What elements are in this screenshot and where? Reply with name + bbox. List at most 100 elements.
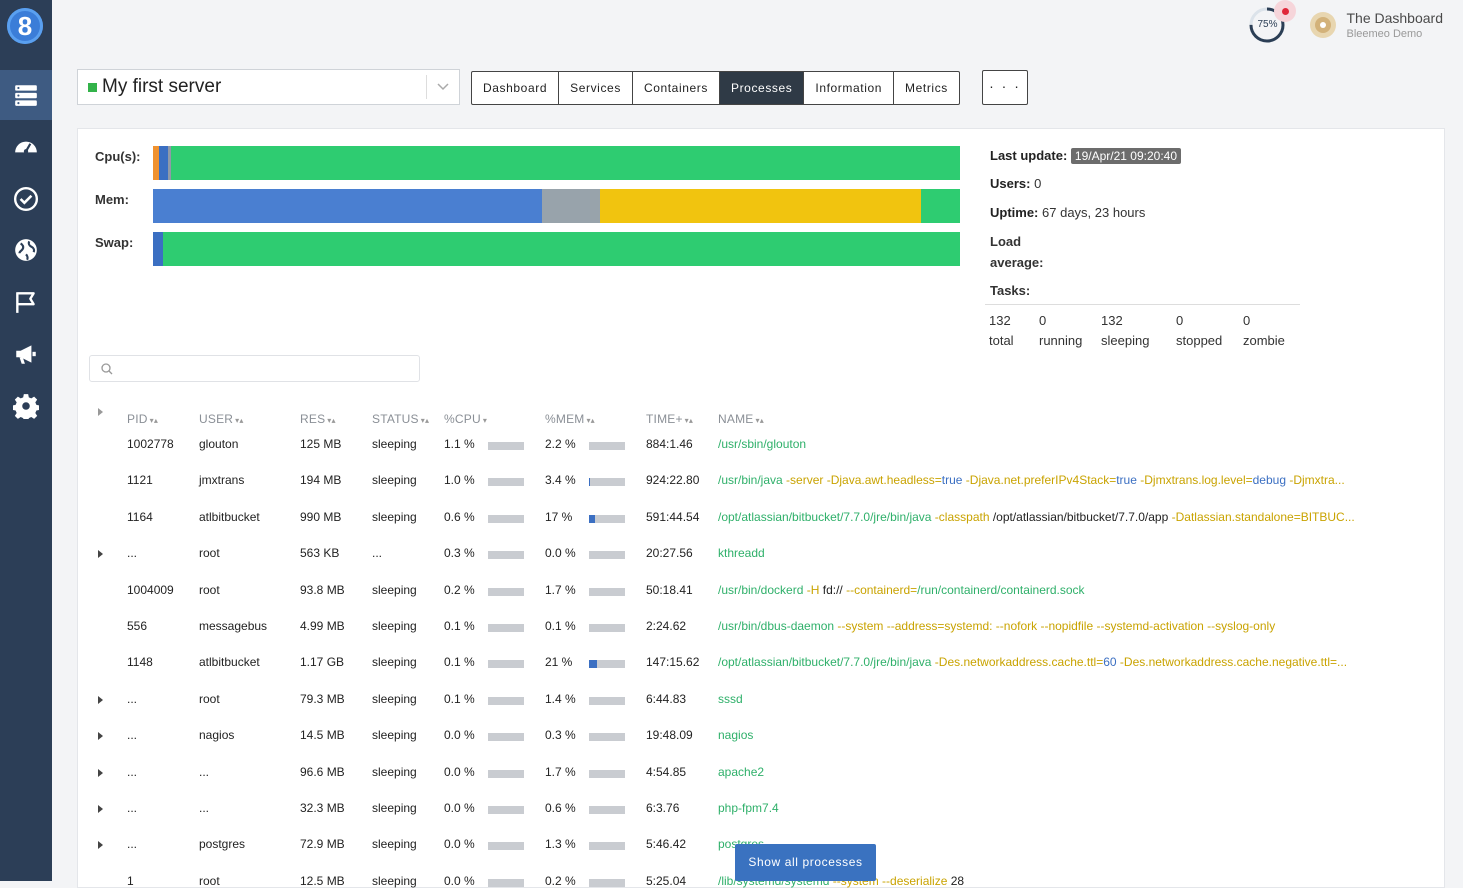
usage-gauge[interactable]: 75% bbox=[1248, 0, 1297, 44]
column-user[interactable]: USER ▾▴ bbox=[199, 412, 244, 426]
cell-mem: 3.4 % bbox=[545, 473, 576, 488]
cell-status: sleeping bbox=[372, 837, 417, 852]
sort-icon: ▾▴ bbox=[327, 416, 336, 425]
mem-usage-bar bbox=[589, 660, 625, 669]
task-running: 0 running bbox=[1039, 313, 1083, 348]
expand-row-caret-icon[interactable] bbox=[98, 841, 103, 850]
cpu-segment bbox=[170, 146, 960, 180]
command-part: true bbox=[941, 473, 963, 488]
command-part: -Djava.net.preferIPv4Stack= bbox=[962, 473, 1117, 488]
server-select[interactable]: My first server bbox=[77, 69, 460, 105]
cpu-usage-bar bbox=[488, 806, 524, 814]
flag-nav-icon[interactable] bbox=[0, 277, 52, 327]
mem-usage-bar bbox=[589, 624, 625, 632]
dashboard-nav-icon[interactable] bbox=[0, 122, 52, 172]
tab-information[interactable]: Information bbox=[804, 72, 895, 104]
column-mem[interactable]: %MEM ▾▴ bbox=[545, 412, 595, 426]
announcements-nav-icon[interactable] bbox=[0, 329, 52, 379]
tab-metrics[interactable]: Metrics bbox=[894, 72, 959, 104]
cell-status: sleeping bbox=[372, 509, 417, 524]
cell-pid: ... bbox=[127, 837, 138, 852]
command-part: -Djmxtrans.log.level= bbox=[1136, 473, 1253, 488]
chevron-down-icon[interactable] bbox=[427, 80, 459, 94]
expand-row-caret-icon[interactable] bbox=[98, 550, 103, 559]
cell-time: 884:1.46 bbox=[646, 437, 693, 451]
tab-services[interactable]: Services bbox=[559, 72, 633, 104]
swap-segment bbox=[153, 232, 164, 266]
column-time[interactable]: TIME+ ▾▴ bbox=[646, 412, 693, 426]
bleemeo-logo[interactable]: 8 bbox=[7, 8, 43, 44]
command-part: apache2 bbox=[718, 764, 765, 779]
uptime-label: Uptime: bbox=[990, 205, 1039, 220]
cell-mem: 1.7 % bbox=[545, 764, 576, 779]
sort-icon: ▾▴ bbox=[755, 416, 764, 425]
command-part: fd:// bbox=[822, 582, 843, 597]
cell-res: 14.5 MB bbox=[300, 728, 345, 743]
mem-label: Mem: bbox=[95, 192, 129, 207]
cell-res: 194 MB bbox=[300, 473, 342, 488]
mem-usage-bar bbox=[589, 587, 625, 596]
cell-user: root bbox=[199, 691, 220, 706]
cell-user: messagebus bbox=[199, 619, 268, 633]
mem-usage-bar bbox=[589, 478, 625, 487]
mem-usage-fill bbox=[589, 478, 591, 487]
column-res[interactable]: RES ▾▴ bbox=[300, 412, 336, 426]
cell-time: 6:3.76 bbox=[646, 801, 680, 815]
sort-icon: ▾▴ bbox=[235, 416, 244, 425]
cpu-usage-bar bbox=[488, 551, 524, 560]
expand-all-caret-icon[interactable] bbox=[98, 408, 103, 416]
column-cpu[interactable]: %CPU ▾ bbox=[444, 412, 487, 426]
tab-dashboard[interactable]: Dashboard bbox=[472, 72, 560, 104]
command-part: /opt/atlassian/bitbucket/7.7.0/jre/bin/j… bbox=[718, 509, 932, 524]
cell-cpu: 1.1 % bbox=[444, 437, 475, 451]
cell-pid: 1164 bbox=[127, 509, 153, 524]
mem-usage-fill bbox=[589, 660, 597, 669]
column-name[interactable]: NAME ▾▴ bbox=[718, 412, 764, 426]
mem-usage-bar bbox=[589, 551, 625, 560]
cell-status: sleeping bbox=[372, 473, 417, 488]
tab-containers[interactable]: Containers bbox=[633, 72, 720, 104]
tab-processes[interactable]: Processes bbox=[719, 72, 805, 104]
checks-nav-icon[interactable] bbox=[0, 174, 52, 224]
cell-status: sleeping bbox=[372, 764, 417, 779]
mem-usage-bar bbox=[589, 769, 625, 778]
server-tabs: Dashboard Services Containers Processes … bbox=[471, 71, 960, 105]
server-icon bbox=[15, 85, 37, 106]
settings-nav-icon[interactable] bbox=[0, 381, 52, 431]
expand-row-caret-icon[interactable] bbox=[98, 805, 103, 813]
cell-res: 79.3 MB bbox=[300, 691, 345, 706]
cell-mem: 1.3 % bbox=[545, 837, 576, 852]
cell-status: sleeping bbox=[372, 801, 417, 815]
command-part: /opt/atlassian/bitbucket/7.7.0/app bbox=[992, 509, 1169, 524]
organization-info[interactable]: The Dashboard Bleemeo Demo bbox=[1346, 10, 1443, 40]
cell-pid: ... bbox=[127, 764, 138, 779]
flag-icon bbox=[16, 292, 35, 313]
sort-icon: ▾▴ bbox=[586, 416, 595, 425]
cell-command: apache2 bbox=[718, 765, 1401, 779]
cell-cpu: 0.6 % bbox=[444, 509, 475, 524]
globe-nav-icon[interactable] bbox=[0, 225, 52, 275]
expand-row-caret-icon[interactable] bbox=[98, 695, 103, 704]
expand-row-caret-icon[interactable] bbox=[98, 768, 103, 777]
notification-dot[interactable] bbox=[1274, 0, 1297, 22]
cell-pid: ... bbox=[127, 728, 138, 743]
cell-time: 5:46.42 bbox=[646, 837, 687, 852]
cell-mem: 2.2 % bbox=[545, 437, 576, 451]
command-part: /usr/bin/java bbox=[718, 473, 783, 488]
servers-nav-icon[interactable] bbox=[0, 70, 52, 120]
more-button[interactable]: · · · bbox=[982, 70, 1028, 105]
column-pid[interactable]: PID ▾▴ bbox=[127, 412, 158, 426]
organization-logo-icon bbox=[1310, 12, 1337, 38]
cell-time: 50:18.41 bbox=[646, 582, 693, 597]
cell-res: 32.3 MB bbox=[300, 801, 345, 815]
cell-pid: 1121 bbox=[127, 473, 153, 488]
cell-command: /usr/bin/dockerd -H fd:// --containerd=/… bbox=[718, 583, 1401, 597]
show-all-processes-button[interactable]: Show all processes bbox=[735, 844, 876, 881]
expand-row-caret-icon[interactable] bbox=[98, 732, 103, 741]
cell-res: 990 MB bbox=[300, 509, 342, 524]
cell-user: atlbitbucket bbox=[199, 509, 260, 524]
column-status[interactable]: STATUS ▾▴ bbox=[372, 412, 429, 426]
process-search-input[interactable] bbox=[89, 355, 420, 382]
cell-time: 591:44.54 bbox=[646, 509, 700, 524]
mem-usage-bar bbox=[589, 696, 625, 705]
